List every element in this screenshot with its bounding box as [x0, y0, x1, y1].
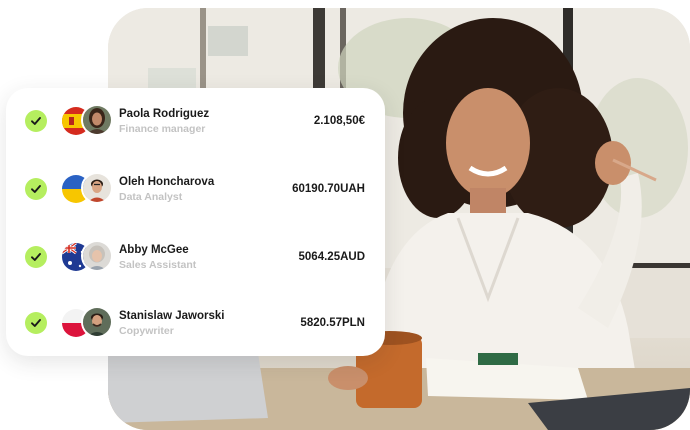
employee-name: Oleh Honcharova [119, 175, 215, 188]
employee-name: Abby McGee [119, 243, 189, 256]
paid-check-icon [25, 246, 47, 268]
payments-card: Paola Rodriguez Finance manager 2.108,50… [6, 88, 385, 356]
employee-role: Data Analyst [119, 190, 183, 203]
employee-role: Copywriter [119, 324, 174, 337]
employee-name: Stanislaw Jaworski [119, 309, 225, 322]
paid-check-icon [25, 110, 47, 132]
avatar-oleh [81, 172, 113, 204]
payment-row[interactable]: Abby McGee Sales Assistant 5064.25AUD [6, 234, 385, 280]
payment-amount: 5820.57PLN [300, 317, 365, 329]
payment-amount: 60190.70UAH [292, 183, 365, 195]
payment-amount: 2.108,50€ [313, 115, 365, 127]
payment-amount: 5064.25AUD [298, 251, 365, 263]
payment-row[interactable]: Stanislaw Jaworski Copywriter 5820.57PLN [6, 300, 385, 346]
paid-check-icon [25, 178, 47, 200]
employee-role: Finance manager [119, 122, 206, 135]
payment-row[interactable]: Paola Rodriguez Finance manager 2.108,50… [6, 98, 385, 144]
avatar-paola [81, 104, 113, 136]
avatar-abby [81, 240, 113, 272]
employee-name: Paola Rodriguez [119, 107, 210, 120]
avatar-stanislaw [81, 306, 113, 338]
employee-role: Sales Assistant [119, 258, 197, 271]
paid-check-icon [25, 312, 47, 334]
payment-row[interactable]: Oleh Honcharova Data Analyst 60190.70UAH [6, 166, 385, 212]
